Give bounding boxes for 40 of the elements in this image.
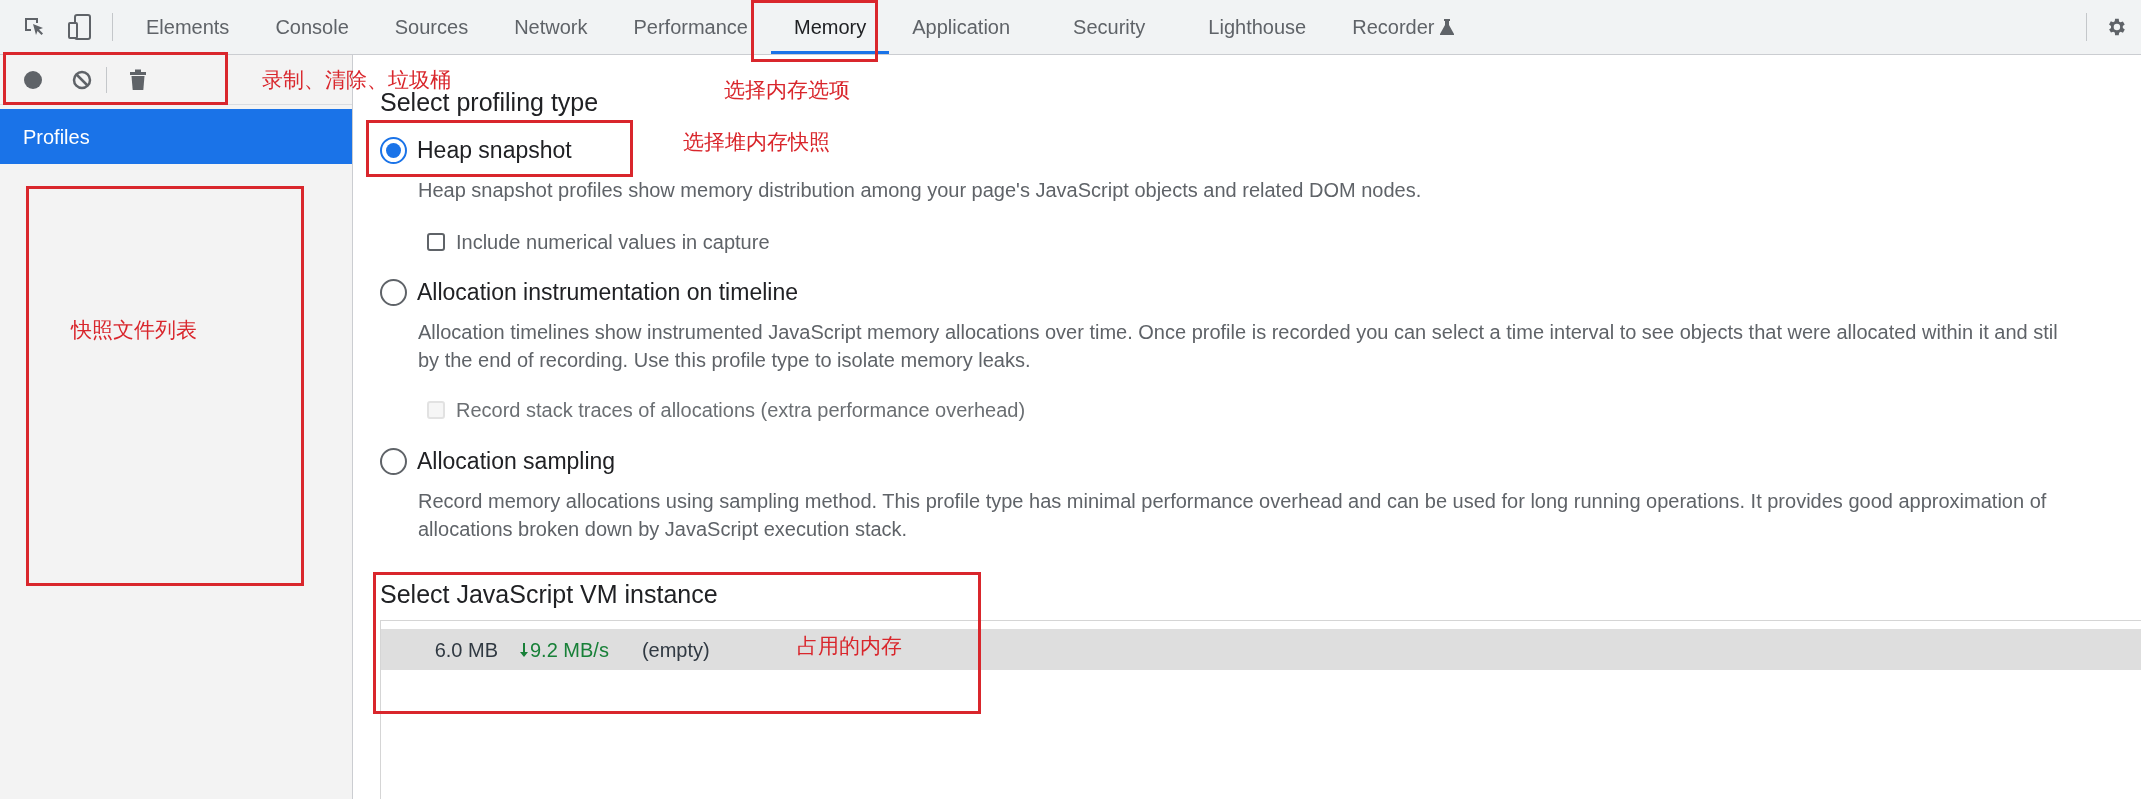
device-icon[interactable] bbox=[68, 14, 92, 40]
tab[interactable]: Security bbox=[1033, 0, 1186, 54]
memory-size: 6.0 MB bbox=[433, 637, 498, 663]
tab[interactable]: Application bbox=[889, 0, 1034, 54]
sidebar-item[interactable]: Profiles bbox=[0, 109, 352, 164]
tab[interactable]: Lighthouse bbox=[1185, 0, 1330, 54]
checkbox-label: Include numerical values in capture bbox=[456, 230, 770, 255]
section-title: Select profiling type bbox=[380, 90, 599, 114]
annotation-note: 快照文件列表 bbox=[71, 320, 197, 340]
trash-icon[interactable] bbox=[129, 68, 147, 91]
annotation-note: 选择内存选项 bbox=[724, 80, 850, 100]
tab[interactable]: Recorder bbox=[1329, 0, 1478, 54]
annotation-note: 录制、清除、垃圾桶 bbox=[262, 70, 451, 90]
checkbox[interactable] bbox=[427, 233, 445, 251]
description-text: Allocation timelines show instrumented JavaScript memory allocations over time. Once profile is recorded you can select a time interval to see objects that were allocated within it and stil bbox=[418, 320, 2058, 345]
annotation-note: 选择堆内存快照 bbox=[683, 132, 830, 152]
tab[interactable]: Network bbox=[491, 0, 611, 54]
tab[interactable]: Elements bbox=[123, 0, 253, 54]
radio-button[interactable] bbox=[380, 278, 407, 306]
section-title: Select JavaScript VM instance bbox=[380, 579, 718, 609]
radio-button[interactable] bbox=[380, 136, 407, 164]
tab[interactable]: Performance bbox=[610, 0, 771, 54]
allocation-rate: 9.2 MB/s bbox=[530, 637, 609, 663]
option-label: Allocation instrumentation on timeline bbox=[417, 277, 798, 307]
description-text: allocations broken down by JavaScript execution stack. bbox=[418, 517, 908, 542]
down-arrow-icon bbox=[520, 642, 528, 657]
instance-name: (empty) bbox=[641, 637, 710, 663]
tab[interactable]: Sources bbox=[371, 0, 492, 54]
checkbox-label: Record stack traces of allocations (extra performance overhead) bbox=[456, 398, 1026, 423]
record-icon[interactable] bbox=[23, 69, 43, 90]
option-label: Allocation sampling bbox=[417, 446, 616, 476]
annotation-note: 占用的内存 bbox=[797, 636, 902, 656]
description-text: Heap snapshot profiles show memory distribution among your page's JavaScript objects and related DOM nodes. bbox=[418, 178, 1422, 203]
description-text: Record memory allocations using sampling method. This profile type has minimal performance overhead and can be used for long running operations. It provides good approximation of bbox=[418, 489, 2047, 514]
clear-icon[interactable] bbox=[72, 69, 92, 90]
tab[interactable]: Memory bbox=[771, 0, 890, 54]
description-text: by the end of recording. Use this profile type to isolate memory leaks. bbox=[418, 348, 1031, 373]
tab[interactable]: Console bbox=[252, 0, 372, 54]
option-label: Heap snapshot bbox=[417, 135, 572, 165]
radio-button[interactable] bbox=[380, 447, 407, 475]
